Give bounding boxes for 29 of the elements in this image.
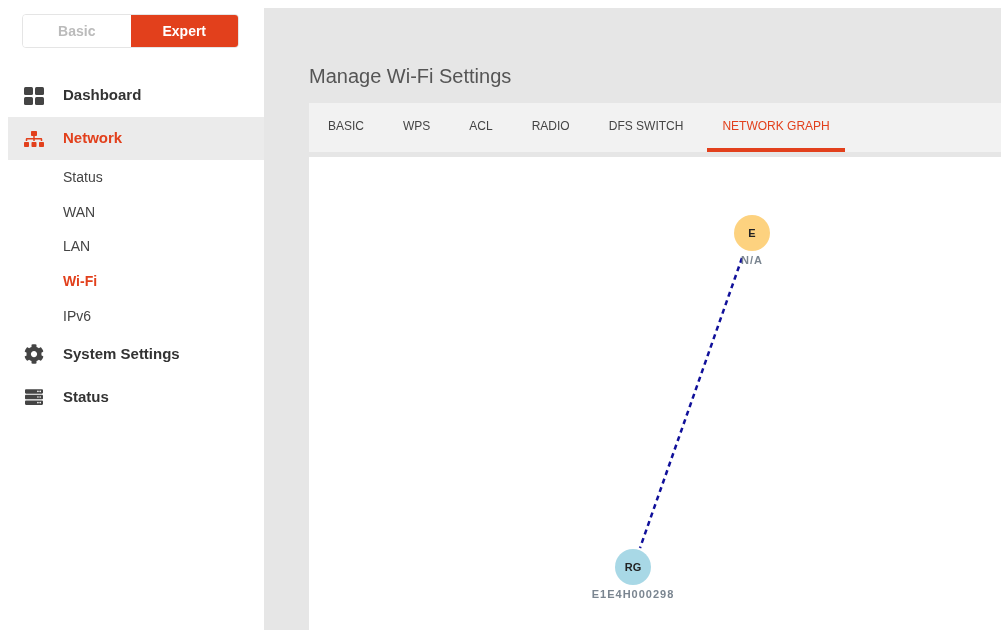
dashboard-grid-icon bbox=[24, 86, 44, 105]
tab[interactable]: RADIO bbox=[516, 103, 585, 152]
nav-item[interactable]: Network bbox=[8, 117, 264, 160]
subnav-item[interactable]: IPv6 bbox=[63, 305, 91, 326]
subnav-item[interactable]: Status bbox=[63, 167, 103, 188]
nav-item[interactable]: Dashboard bbox=[8, 74, 264, 117]
nav-label: System Settings bbox=[63, 344, 180, 365]
tab[interactable]: DFS SWITCH bbox=[593, 103, 699, 152]
subnav-item[interactable]: Wi-Fi bbox=[63, 271, 98, 292]
server-icon bbox=[24, 388, 44, 407]
settings-icon bbox=[24, 344, 44, 365]
tab[interactable]: BASIC bbox=[313, 103, 379, 152]
nav-label: Status bbox=[63, 387, 109, 408]
graph-node[interactable]: E bbox=[734, 215, 770, 251]
node-caption: N/A bbox=[741, 254, 763, 266]
network-tree-icon bbox=[24, 128, 44, 149]
graph-node[interactable]: RG bbox=[615, 549, 651, 585]
page-title: Manage Wi-Fi Settings bbox=[309, 64, 513, 89]
tab[interactable]: WPS bbox=[388, 103, 446, 152]
mode-toggle-button[interactable]: Expert bbox=[130, 15, 238, 47]
node-caption: E1E4H000298 bbox=[591, 588, 675, 600]
nav-item[interactable]: Status bbox=[8, 375, 264, 419]
tab[interactable]: NETWORK GRAPH bbox=[707, 103, 845, 152]
subnav-item[interactable]: LAN bbox=[63, 236, 91, 257]
nav-item[interactable]: System Settings bbox=[8, 332, 264, 376]
nav-label: Dashboard bbox=[63, 85, 142, 106]
subnav-item[interactable]: WAN bbox=[63, 201, 96, 222]
tab[interactable]: ACL bbox=[454, 103, 508, 152]
nav-label: Network bbox=[63, 128, 123, 149]
